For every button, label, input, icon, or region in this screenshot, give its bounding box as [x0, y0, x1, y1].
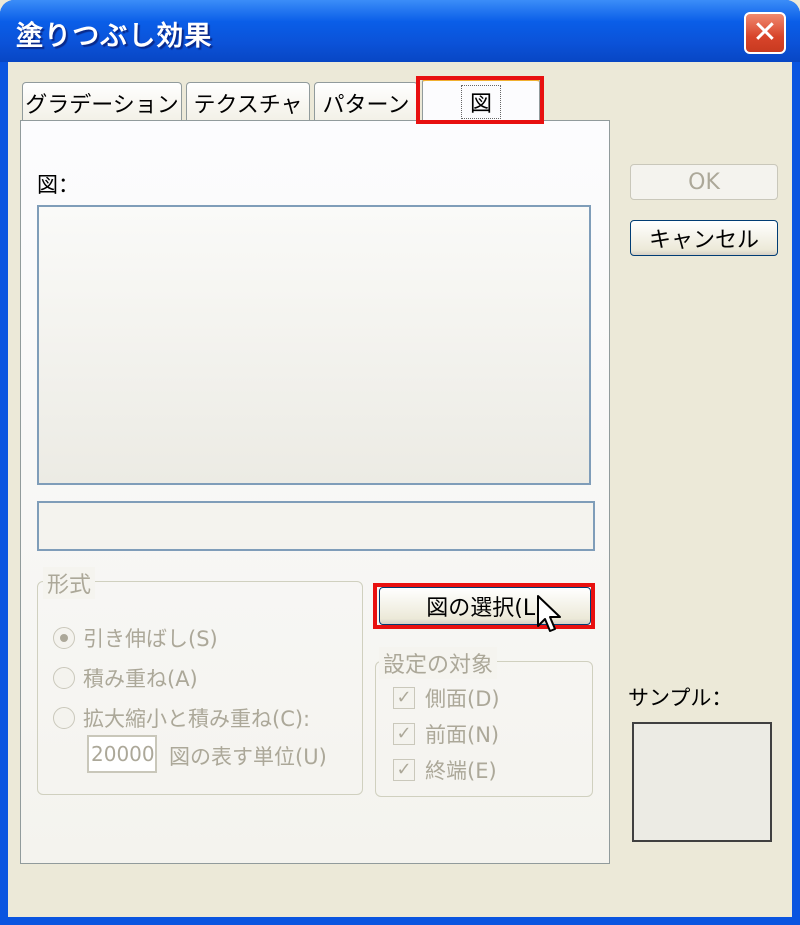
dialog-window: 塗りつぶし効果 ✕ グラデーション テクスチャ パターン 図 図： 形式 引き伸…: [0, 0, 800, 925]
tab-texture-label: テクスチャ: [193, 92, 303, 118]
tab-highlight-box: [416, 76, 544, 124]
checkbox-end[interactable]: ✓: [393, 759, 415, 781]
checkbox-side[interactable]: ✓: [393, 687, 415, 709]
tab-gradation-label: グラデーション: [25, 92, 179, 118]
radio-stack-scale[interactable]: [53, 707, 75, 729]
ok-button[interactable]: OK: [630, 164, 778, 200]
tab-panel-picture: 図： 形式 引き伸ばし(S) 積み重ね(A) 拡大縮小と積み重ね(C): 200…: [20, 120, 610, 864]
sample-preview: [632, 722, 772, 842]
window-title: 塗りつぶし効果: [16, 21, 213, 52]
close-icon: ✕: [752, 15, 778, 50]
tab-gradation[interactable]: グラデーション: [22, 82, 182, 122]
cancel-button-label: キャンセル: [648, 228, 759, 253]
radio-stack[interactable]: [53, 667, 75, 689]
radio-stack-label: 積み重ね(A): [83, 667, 198, 691]
checkbox-end-label: 終端(E): [425, 759, 497, 783]
close-button[interactable]: ✕: [744, 12, 786, 54]
radio-stack-scale-label: 拡大縮小と積み重ね(C):: [83, 707, 311, 731]
picture-label: 図：: [37, 173, 79, 197]
mouse-pointer-icon: [537, 595, 561, 632]
cancel-button[interactable]: キャンセル: [630, 220, 778, 256]
scale-units-input[interactable]: 20000: [87, 735, 157, 773]
checkbox-front-label: 前面(N): [425, 723, 500, 747]
picture-path-field: [37, 501, 595, 551]
tab-pattern-label: パターン: [322, 92, 410, 118]
picture-preview: [37, 205, 591, 485]
target-group-title: 設定の対象: [379, 647, 498, 679]
checkbox-front[interactable]: ✓: [393, 723, 415, 745]
sample-label: サンプル：: [628, 686, 733, 710]
radio-stretch-label: 引き伸ばし(S): [83, 627, 218, 651]
radio-stretch[interactable]: [53, 627, 75, 649]
title-bar[interactable]: 塗りつぶし効果 ✕: [0, 0, 800, 62]
ok-button-label: OK: [688, 169, 720, 195]
dialog-client-area: グラデーション テクスチャ パターン 図 図： 形式 引き伸ばし(S) 積み重ね…: [8, 62, 792, 917]
checkbox-side-label: 側面(D): [425, 687, 500, 711]
tab-texture[interactable]: テクスチャ: [186, 82, 310, 122]
scale-units-label: 図の表す単位(U): [169, 745, 327, 769]
tab-pattern[interactable]: パターン: [314, 82, 418, 122]
format-group-title: 形式: [43, 567, 96, 599]
